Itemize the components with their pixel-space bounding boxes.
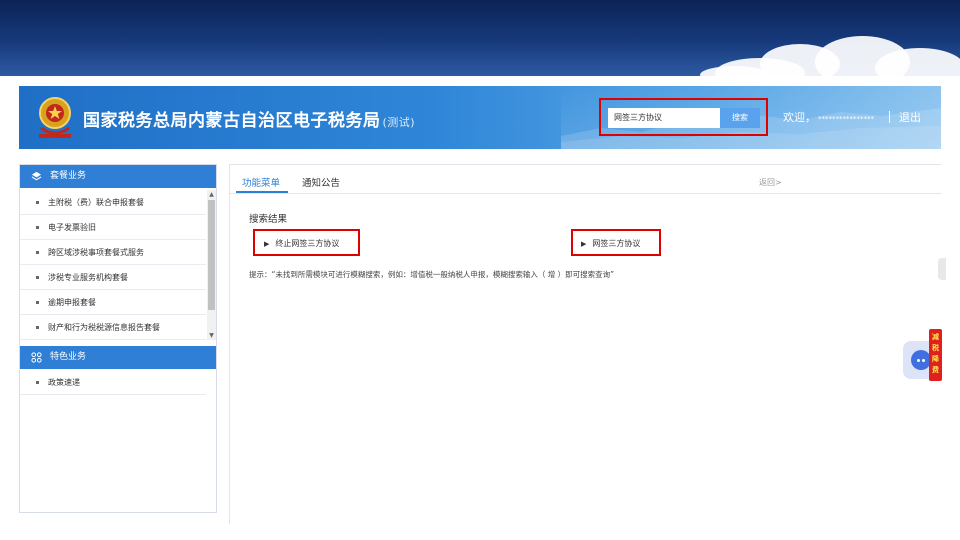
play-triangle-icon: ▶: [264, 240, 270, 248]
result-link-sign-agreement[interactable]: ▶ 网签三方协议: [581, 238, 640, 249]
tab-function-menu[interactable]: 功能菜单: [242, 175, 280, 189]
sidebar-scrollbar[interactable]: ▲ ▼: [207, 190, 216, 340]
site-title-suffix: (测试): [382, 116, 416, 129]
logout-link[interactable]: 退出: [899, 109, 921, 125]
sidebar-item[interactable]: 电子发票验旧: [20, 215, 206, 240]
sidebar-item-label: 财产和行为税税源信息报告套餐: [48, 323, 160, 332]
welcome-label: 欢迎，: [783, 111, 816, 124]
sidebar-item[interactable]: 逾期申报套餐: [20, 290, 206, 315]
feedback-char: 减: [932, 333, 939, 341]
scroll-thumb[interactable]: [208, 200, 215, 310]
sidebar-section-featured[interactable]: 特色业务: [20, 346, 216, 369]
search-input[interactable]: [608, 108, 720, 128]
main-panel: 功能菜单 通知公告 返回> 搜索结果 ▶ 终止网签三方协议 ▶ 网签三方协议 提示：…: [229, 164, 942, 524]
sidebar-package-list: 主附税（费）联合申报套餐 电子发票验旧 跨区域涉税事项套餐式服务 涉税专业服务机…: [20, 190, 206, 340]
sidebar-section-featured-label: 特色业务: [50, 352, 87, 362]
feedback-char: 税: [932, 344, 939, 352]
scroll-down-icon[interactable]: ▼: [207, 331, 216, 340]
header-divider: [889, 111, 890, 123]
tab-notices[interactable]: 通知公告: [302, 175, 340, 189]
side-panel-handle[interactable]: [938, 258, 946, 280]
site-title-text: 国家税务总局内蒙古自治区电子税务局: [83, 111, 381, 131]
sidebar-item-label: 逾期申报套餐: [48, 298, 96, 307]
sidebar-item-label: 跨区域涉税事项套餐式服务: [48, 248, 144, 257]
feedback-char: 费: [932, 366, 939, 374]
sidebar-item[interactable]: 涉税专业服务机构套餐: [20, 265, 206, 290]
result-link-label: 终止网签三方协议: [275, 239, 340, 248]
play-triangle-icon: ▶: [581, 240, 587, 248]
sidebar-item[interactable]: 主附税（费）联合申报套餐: [20, 190, 206, 215]
tax-emblem-icon: [35, 94, 75, 140]
result-link-label: 网签三方协议: [592, 239, 641, 248]
grid-icon: [31, 352, 42, 363]
sidebar-item-label: 政策速递: [48, 378, 80, 387]
chat-icon: [911, 350, 931, 370]
masked-username: ****************: [818, 115, 874, 123]
top-decorative-banner: [0, 0, 960, 76]
result-link-terminate-agreement[interactable]: ▶ 终止网签三方协议: [264, 238, 339, 249]
search-results-title: 搜索结果: [249, 214, 288, 225]
search-button[interactable]: 搜索: [720, 108, 760, 128]
sidebar-featured-list: 政策速递: [20, 370, 206, 395]
scroll-up-icon[interactable]: ▲: [207, 190, 216, 199]
site-title: 国家税务总局内蒙古自治区电子税务局 (测试): [83, 106, 415, 131]
sidebar-item[interactable]: 政策速递: [20, 370, 206, 395]
sidebar-item-label: 涉税专业服务机构套餐: [48, 273, 128, 282]
sidebar-item-label: 主附税（费）联合申报套餐: [48, 198, 144, 207]
feedback-tab[interactable]: 减 税 降 费: [929, 329, 942, 381]
sidebar-item-label: 电子发票验旧: [48, 223, 96, 232]
sidebar-item[interactable]: 跨区域涉税事项套餐式服务: [20, 240, 206, 265]
welcome-text: 欢迎， ****************: [783, 109, 874, 125]
feedback-char: 降: [932, 355, 939, 363]
tabs-divider: [230, 193, 942, 194]
sidebar-section-package-label: 套餐业务: [50, 171, 87, 181]
back-link[interactable]: 返回>: [759, 177, 782, 188]
sidebar-section-package[interactable]: 套餐业务: [20, 165, 216, 188]
sidebar: 套餐业务 主附税（费）联合申报套餐 电子发票验旧 跨区域涉税事项套餐式服务 涉税…: [19, 164, 217, 513]
sidebar-item[interactable]: 财产和行为税税源信息报告套餐: [20, 315, 206, 340]
layers-icon: [31, 171, 42, 181]
search-hint: 提示：“未找到所需模块可进行模糊搜索，例如：增值税一般纳税人申报，模糊搜索输入（…: [249, 270, 615, 279]
app-root: 国家税务总局内蒙古自治区电子税务局(测试) 搜索 欢迎，************…: [0, 0, 960, 540]
